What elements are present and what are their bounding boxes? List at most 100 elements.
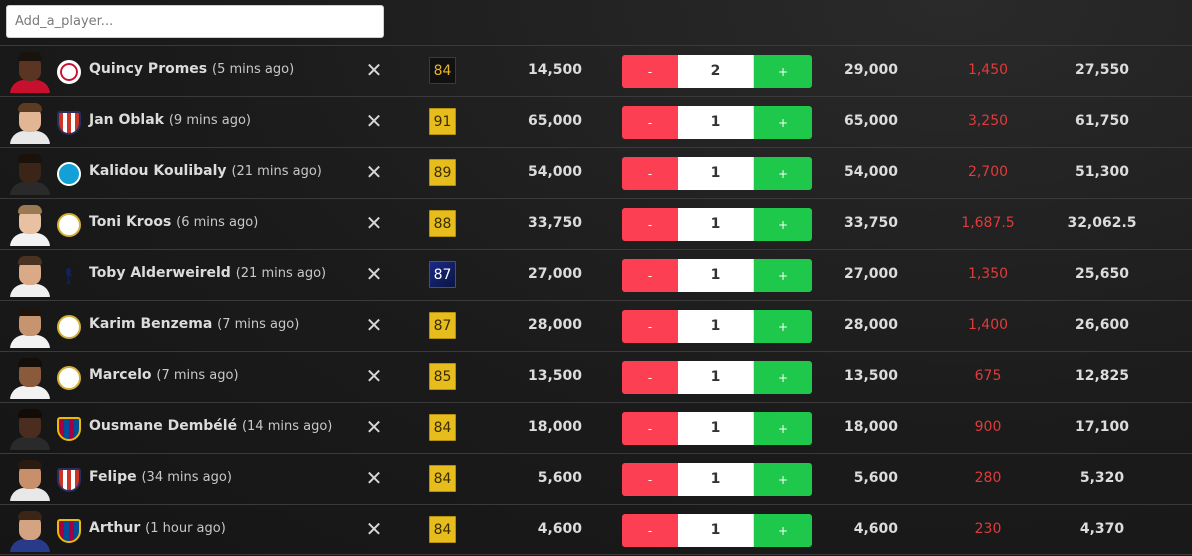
quantity-stepper: - 1 + <box>622 412 812 445</box>
player-name: Karim Benzema (7 mins ago) <box>89 316 299 332</box>
remove-player-button[interactable]: ✕ <box>365 365 383 387</box>
increase-quantity-button[interactable]: + <box>754 412 812 445</box>
added-time-ago: (7 mins ago) <box>217 317 300 332</box>
added-time-ago: (14 mins ago) <box>241 419 333 434</box>
player-name: Kalidou Koulibaly (21 mins ago) <box>89 163 322 179</box>
player-avatar <box>9 102 51 144</box>
tottenham-crest-icon <box>57 264 81 288</box>
decrease-quantity-button[interactable]: - <box>622 157 678 190</box>
decrease-quantity-button[interactable]: - <box>622 259 678 292</box>
ea-tax-value: 900 <box>974 419 1002 435</box>
remove-player-button[interactable]: ✕ <box>365 110 383 132</box>
total-value: 18,000 <box>843 419 898 435</box>
increase-quantity-button[interactable]: + <box>754 514 812 547</box>
increase-quantity-button[interactable]: + <box>754 310 812 343</box>
decrease-quantity-button[interactable]: - <box>622 514 678 547</box>
profit-value: 4,370 <box>1079 521 1125 537</box>
player-row: Ousmane Dembélé (14 mins ago) ✕ 84 18,00… <box>0 402 1192 453</box>
profit-value: 51,300 <box>1074 164 1130 180</box>
decrease-quantity-button[interactable]: - <box>622 310 678 343</box>
remove-player-button[interactable]: ✕ <box>365 518 383 540</box>
quantity-value[interactable]: 2 <box>678 55 754 88</box>
ea-tax-value: 1,687.5 <box>961 215 1015 231</box>
player-row: Jan Oblak (9 mins ago) ✕ 91 65,000 - 1 +… <box>0 96 1192 147</box>
quantity-value[interactable]: 1 <box>678 106 754 139</box>
total-value: 5,600 <box>853 470 898 486</box>
player-name-text: Marcelo <box>89 367 152 383</box>
real-madrid-crest-icon <box>57 213 81 237</box>
ea-tax-value: 675 <box>974 368 1002 384</box>
player-row: Kalidou Koulibaly (21 mins ago) ✕ 89 54,… <box>0 147 1192 198</box>
player-rating-badge: 87 <box>429 312 456 339</box>
remove-player-button[interactable]: ✕ <box>365 467 383 489</box>
increase-quantity-button[interactable]: + <box>754 361 812 394</box>
remove-player-button[interactable]: ✕ <box>365 212 383 234</box>
player-name: Arthur (1 hour ago) <box>89 520 226 536</box>
remove-player-button[interactable]: ✕ <box>365 161 383 183</box>
ea-tax-value: 280 <box>974 470 1002 486</box>
increase-quantity-button[interactable]: + <box>754 157 812 190</box>
decrease-quantity-button[interactable]: - <box>622 463 678 496</box>
player-rating-badge: 91 <box>429 108 456 135</box>
added-time-ago: (7 mins ago) <box>156 368 239 383</box>
remove-player-button[interactable]: ✕ <box>365 314 383 336</box>
added-time-ago: (34 mins ago) <box>141 470 232 485</box>
quantity-value[interactable]: 1 <box>678 157 754 190</box>
profit-value: 12,825 <box>1074 368 1130 384</box>
decrease-quantity-button[interactable]: - <box>622 361 678 394</box>
decrease-quantity-button[interactable]: - <box>622 208 678 241</box>
player-rating-badge: 84 <box>429 516 456 543</box>
remove-player-button[interactable]: ✕ <box>365 263 383 285</box>
increase-quantity-button[interactable]: + <box>754 106 812 139</box>
player-name-text: Arthur <box>89 520 141 536</box>
quantity-value[interactable]: 1 <box>678 463 754 496</box>
quantity-stepper: - 1 + <box>622 208 812 241</box>
increase-quantity-button[interactable]: + <box>754 463 812 496</box>
quantity-stepper: - 1 + <box>622 259 812 292</box>
quantity-value[interactable]: 1 <box>678 412 754 445</box>
quantity-value[interactable]: 1 <box>678 361 754 394</box>
decrease-quantity-button[interactable]: - <box>622 412 678 445</box>
total-value: 65,000 <box>843 113 898 129</box>
player-rating-badge: 85 <box>429 363 456 390</box>
player-name-text: Kalidou Koulibaly <box>89 163 227 179</box>
remove-player-button[interactable]: ✕ <box>365 59 383 81</box>
ajax-crest-icon <box>57 60 81 84</box>
quantity-stepper: - 1 + <box>622 310 812 343</box>
quantity-stepper: - 1 + <box>622 361 812 394</box>
player-price: 33,750 <box>527 215 582 231</box>
remove-player-button[interactable]: ✕ <box>365 416 383 438</box>
quantity-value[interactable]: 1 <box>678 514 754 547</box>
increase-quantity-button[interactable]: + <box>754 259 812 292</box>
atletico-crest-icon <box>57 468 81 492</box>
player-price: 18,000 <box>527 419 582 435</box>
player-price: 14,500 <box>527 62 582 78</box>
player-name: Jan Oblak (9 mins ago) <box>89 112 251 128</box>
ea-tax-value: 1,450 <box>967 62 1009 78</box>
quantity-value[interactable]: 1 <box>678 208 754 241</box>
increase-quantity-button[interactable]: + <box>754 55 812 88</box>
real-madrid-crest-icon <box>57 366 81 390</box>
increase-quantity-button[interactable]: + <box>754 208 812 241</box>
quantity-stepper: - 2 + <box>622 55 812 88</box>
quantity-value[interactable]: 1 <box>678 310 754 343</box>
player-name: Marcelo (7 mins ago) <box>89 367 239 383</box>
add-player-input[interactable] <box>6 5 384 38</box>
profit-value: 32,062.5 <box>1067 215 1137 231</box>
player-price: 54,000 <box>527 164 582 180</box>
player-list: Quincy Promes (5 mins ago) ✕ 84 14,500 -… <box>0 45 1192 555</box>
total-value: 33,750 <box>843 215 898 231</box>
ea-tax-value: 230 <box>974 521 1002 537</box>
total-value: 28,000 <box>843 317 898 333</box>
decrease-quantity-button[interactable]: - <box>622 106 678 139</box>
player-price: 5,600 <box>537 470 582 486</box>
quantity-value[interactable]: 1 <box>678 259 754 292</box>
profit-value: 17,100 <box>1074 419 1130 435</box>
player-name: Toby Alderweireld (21 mins ago) <box>89 265 326 281</box>
atletico-crest-icon <box>57 111 81 135</box>
player-row: Arthur (1 hour ago) ✕ 84 4,600 - 1 + 4,6… <box>0 504 1192 555</box>
player-price: 28,000 <box>527 317 582 333</box>
decrease-quantity-button[interactable]: - <box>622 55 678 88</box>
barcelona-crest-icon <box>57 519 81 543</box>
player-avatar <box>9 153 51 195</box>
